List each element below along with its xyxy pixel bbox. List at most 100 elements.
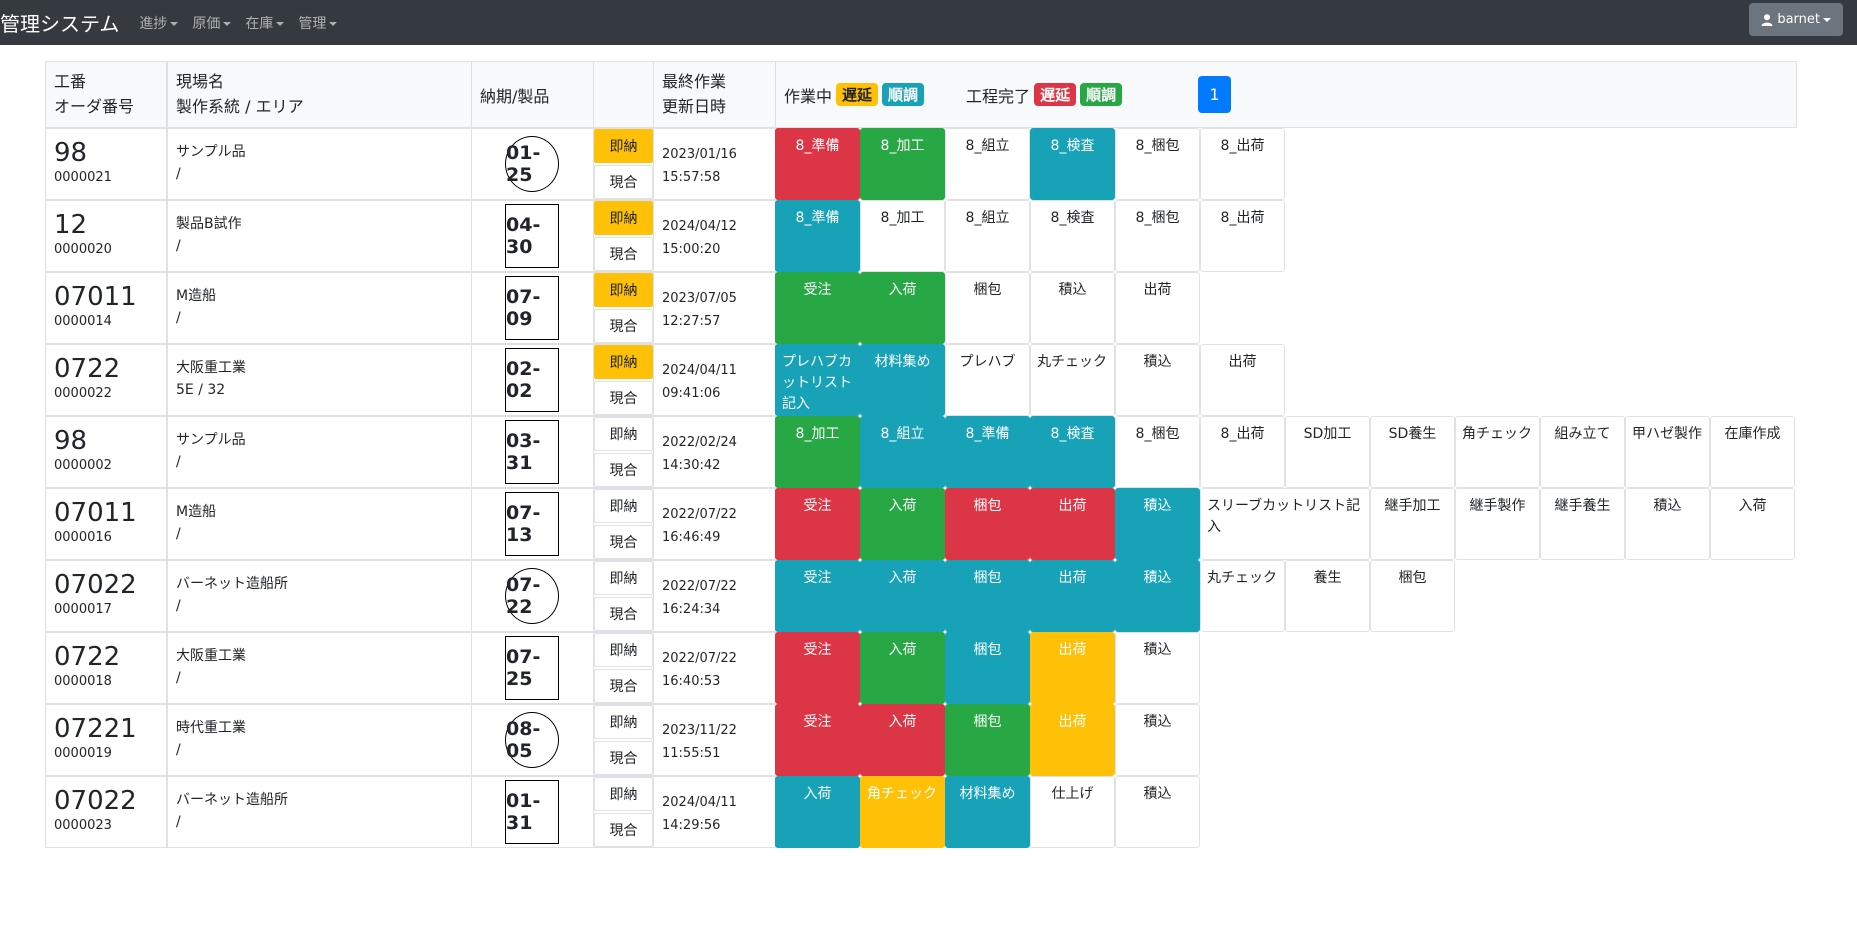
process-step[interactable]: プレハブ bbox=[945, 344, 1030, 416]
process-step[interactable]: スリーブカットリスト記入 bbox=[1200, 488, 1370, 560]
genai-button[interactable]: 現合 bbox=[594, 813, 653, 847]
sokunou-button[interactable]: 即納 bbox=[594, 345, 653, 379]
process-step[interactable]: 梱包 bbox=[945, 488, 1030, 560]
process-step[interactable]: 組み立て bbox=[1540, 416, 1625, 488]
process-step[interactable]: 積込 bbox=[1115, 632, 1200, 704]
process-step[interactable]: 8_準備 bbox=[945, 416, 1030, 488]
process-step[interactable]: 出荷 bbox=[1030, 632, 1115, 704]
process-step[interactable]: 角チェック bbox=[860, 776, 945, 848]
process-step[interactable]: 受注 bbox=[775, 704, 860, 776]
process-step[interactable]: 梱包 bbox=[1370, 560, 1455, 632]
genai-button[interactable]: 現合 bbox=[594, 525, 653, 559]
genai-button[interactable]: 現合 bbox=[594, 741, 653, 775]
app-brand[interactable]: 管理システム bbox=[0, 8, 119, 37]
process-step[interactable]: 8_組立 bbox=[945, 200, 1030, 272]
sokunou-button[interactable]: 即納 bbox=[594, 201, 653, 235]
process-step[interactable]: 材料集め bbox=[860, 344, 945, 416]
process-step[interactable]: 8_検査 bbox=[1030, 416, 1115, 488]
process-step[interactable]: 入荷 bbox=[860, 704, 945, 776]
sokunou-button[interactable]: 即納 bbox=[594, 777, 653, 811]
process-step[interactable]: 8_出荷 bbox=[1200, 128, 1285, 200]
process-step[interactable]: SD養生 bbox=[1370, 416, 1455, 488]
sokunou-button[interactable]: 即納 bbox=[594, 705, 653, 739]
process-step[interactable]: 8_準備 bbox=[775, 200, 860, 272]
genai-button[interactable]: 現合 bbox=[594, 669, 653, 703]
site-name: M造船 bbox=[176, 504, 217, 520]
sokunou-button[interactable]: 即納 bbox=[594, 489, 653, 523]
process-step[interactable]: 継手製作 bbox=[1455, 488, 1540, 560]
process-step[interactable]: 梱包 bbox=[945, 632, 1030, 704]
process-step[interactable]: 在庫作成 bbox=[1710, 416, 1795, 488]
user-menu-button[interactable]: barnet bbox=[1749, 3, 1843, 36]
genai-button[interactable]: 現合 bbox=[594, 165, 653, 199]
process-step[interactable]: 8_梱包 bbox=[1115, 416, 1200, 488]
nav-menu-admin[interactable]: 管理 bbox=[298, 13, 338, 33]
genai-button[interactable]: 現合 bbox=[594, 597, 653, 631]
process-step[interactable]: 仕上げ bbox=[1030, 776, 1115, 848]
top-navbar: 管理システム 進捗 原価 在庫 管理 barnet bbox=[0, 0, 1857, 45]
process-step[interactable]: 8_梱包 bbox=[1115, 200, 1200, 272]
process-step[interactable]: 甲ハゼ製作 bbox=[1625, 416, 1710, 488]
updated-at: 2022/07/22 16:40:53 bbox=[653, 632, 776, 704]
process-step[interactable]: 積込 bbox=[1030, 272, 1115, 344]
process-step[interactable]: 積込 bbox=[1115, 704, 1200, 776]
process-step[interactable]: 梱包 bbox=[945, 704, 1030, 776]
genai-button[interactable]: 現合 bbox=[594, 381, 653, 415]
process-step[interactable]: 積込 bbox=[1115, 776, 1200, 848]
process-step[interactable]: 受注 bbox=[775, 560, 860, 632]
sokunou-button[interactable]: 即納 bbox=[594, 129, 653, 163]
process-step[interactable]: 8_検査 bbox=[1030, 200, 1115, 272]
process-step[interactable]: 梱包 bbox=[945, 560, 1030, 632]
nav-menu-progress[interactable]: 進捗 bbox=[139, 13, 179, 33]
process-step[interactable]: 入荷 bbox=[1710, 488, 1795, 560]
process-step[interactable]: 受注 bbox=[775, 272, 860, 344]
process-step[interactable]: 積込 bbox=[1625, 488, 1710, 560]
process-step[interactable]: 受注 bbox=[775, 632, 860, 704]
sokunou-button[interactable]: 即納 bbox=[594, 561, 653, 595]
process-step[interactable]: プレハブカットリスト記入 bbox=[775, 344, 860, 416]
process-step[interactable]: 入荷 bbox=[860, 632, 945, 704]
process-step[interactable]: 梱包 bbox=[945, 272, 1030, 344]
process-step[interactable]: 材料集め bbox=[945, 776, 1030, 848]
nav-menu-stock[interactable]: 在庫 bbox=[245, 13, 285, 33]
process-step[interactable]: 8_準備 bbox=[775, 128, 860, 200]
process-step[interactable]: 積込 bbox=[1115, 344, 1200, 416]
process-step[interactable]: 継手養生 bbox=[1540, 488, 1625, 560]
genai-button[interactable]: 現合 bbox=[594, 309, 653, 343]
process-step[interactable]: 8_検査 bbox=[1030, 128, 1115, 200]
process-step[interactable]: 丸チェック bbox=[1030, 344, 1115, 416]
process-step[interactable]: 継手加工 bbox=[1370, 488, 1455, 560]
process-step[interactable]: 8_組立 bbox=[860, 416, 945, 488]
process-step[interactable]: 入荷 bbox=[775, 776, 860, 848]
sokunou-button[interactable]: 即納 bbox=[594, 417, 653, 451]
process-step[interactable]: 出荷 bbox=[1030, 560, 1115, 632]
process-step[interactable]: 8_梱包 bbox=[1115, 128, 1200, 200]
genai-button[interactable]: 現合 bbox=[594, 453, 653, 487]
sokunou-button[interactable]: 即納 bbox=[594, 273, 653, 307]
process-step[interactable]: 入荷 bbox=[860, 560, 945, 632]
legend-done-label: 工程完了 bbox=[966, 86, 1031, 106]
nav-menu-cost[interactable]: 原価 bbox=[192, 13, 232, 33]
process-step[interactable]: 受注 bbox=[775, 488, 860, 560]
process-step[interactable]: 8_加工 bbox=[860, 200, 945, 272]
process-step[interactable]: 入荷 bbox=[860, 488, 945, 560]
process-step[interactable]: 積込 bbox=[1115, 560, 1200, 632]
process-step[interactable]: 8_出荷 bbox=[1200, 200, 1285, 272]
process-step[interactable]: 8_加工 bbox=[775, 416, 860, 488]
page-button[interactable]: 1 bbox=[1198, 76, 1231, 113]
process-step[interactable]: 養生 bbox=[1285, 560, 1370, 632]
process-step[interactable]: SD加工 bbox=[1285, 416, 1370, 488]
process-step[interactable]: 8_出荷 bbox=[1200, 416, 1285, 488]
process-step[interactable]: 丸チェック bbox=[1200, 560, 1285, 632]
process-step[interactable]: 8_加工 bbox=[860, 128, 945, 200]
genai-button[interactable]: 現合 bbox=[594, 237, 653, 271]
process-step[interactable]: 角チェック bbox=[1455, 416, 1540, 488]
process-step[interactable]: 8_組立 bbox=[945, 128, 1030, 200]
sokunou-button[interactable]: 即納 bbox=[594, 633, 653, 667]
process-step[interactable]: 出荷 bbox=[1030, 704, 1115, 776]
process-step[interactable]: 出荷 bbox=[1030, 488, 1115, 560]
process-step[interactable]: 入荷 bbox=[860, 272, 945, 344]
process-step[interactable]: 積込 bbox=[1115, 488, 1200, 560]
process-step[interactable]: 出荷 bbox=[1200, 344, 1285, 416]
process-step[interactable]: 出荷 bbox=[1115, 272, 1200, 344]
